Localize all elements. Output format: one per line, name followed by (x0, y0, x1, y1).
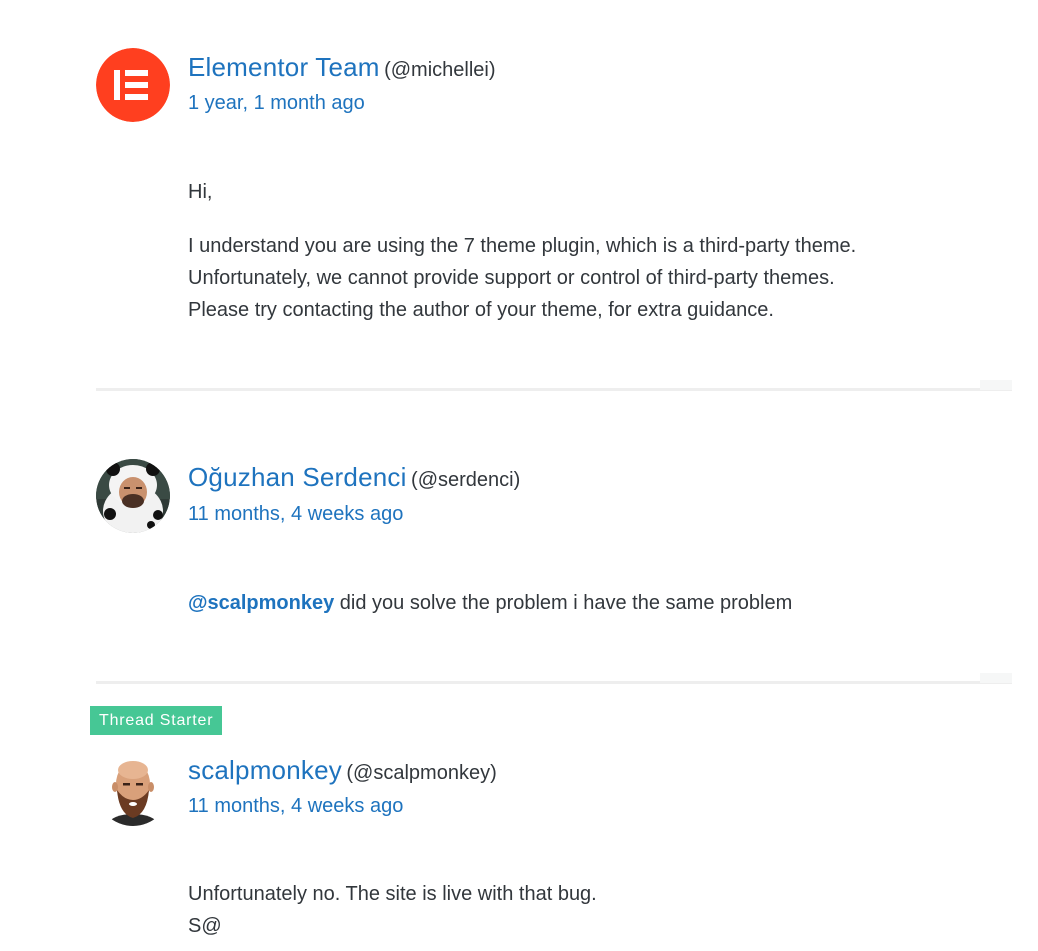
reply-greeting: Hi, (188, 181, 213, 203)
reply-divider (96, 388, 1012, 391)
panda-costume-avatar[interactable] (96, 459, 170, 533)
thread-starter-badge: Thread Starter (90, 706, 223, 735)
author-name-link[interactable]: scalpmonkey (188, 755, 342, 785)
reply-line: S@ (188, 915, 222, 937)
author-name-link[interactable]: Oğuzhan Serdenci (188, 462, 407, 492)
reply-content: Hi, I understand you are using the 7 the… (188, 176, 988, 326)
bald-bearded-cartoon-avatar[interactable] (96, 752, 170, 826)
author-name-link[interactable]: Elementor Team (188, 52, 380, 82)
divider-tab (980, 673, 1012, 683)
reply-text: did you solve the problem i have the sam… (334, 592, 793, 614)
reply-paragraph: I understand you are using the 7 theme p… (188, 235, 857, 321)
divider-tab (980, 380, 1012, 390)
reply-content: Unfortunately no. The site is live with … (188, 878, 988, 942)
mention-link[interactable]: @scalpmonkey (188, 592, 334, 614)
reply-line: Unfortunately no. The site is live with … (188, 883, 597, 905)
author-handle: (@scalpmonkey) (346, 762, 497, 784)
elementor-logo-icon[interactable] (96, 48, 170, 122)
author-handle: (@serdenci) (411, 469, 521, 491)
reply-divider (96, 681, 1012, 684)
reply-timestamp-link[interactable]: 1 year, 1 month ago (188, 92, 365, 115)
reply-content: @scalpmonkey did you solve the problem i… (188, 587, 988, 619)
author-handle: (@michellei) (384, 59, 496, 81)
reply-timestamp-link[interactable]: 11 months, 4 weeks ago (188, 795, 403, 818)
reply-timestamp-link[interactable]: 11 months, 4 weeks ago (188, 503, 403, 526)
